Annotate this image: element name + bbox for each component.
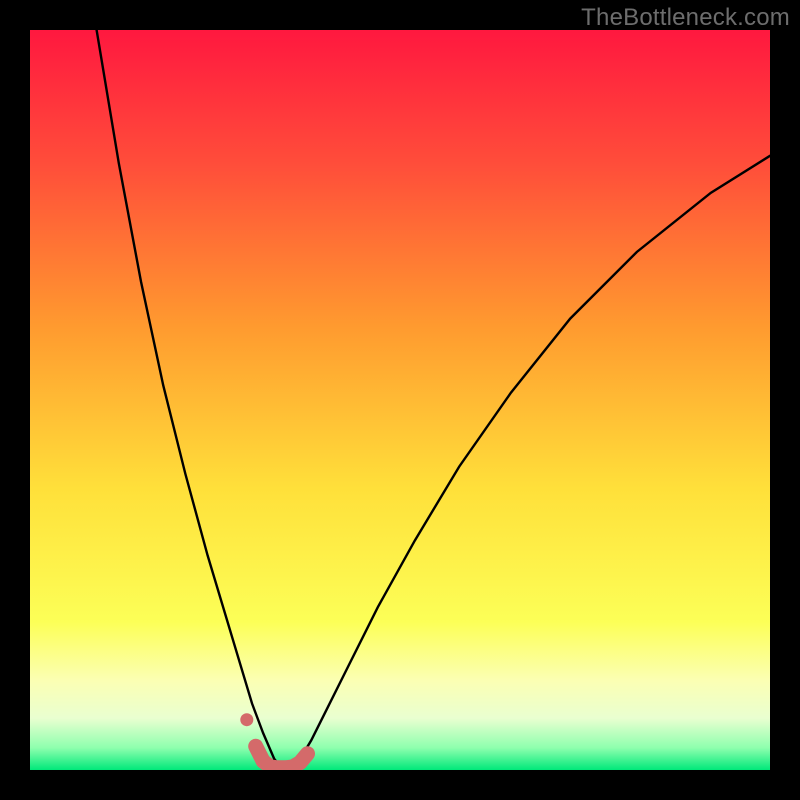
watermark-text: TheBottleneck.com	[581, 4, 790, 32]
isolated-marker-dot	[240, 713, 253, 726]
chart-svg	[30, 30, 770, 770]
isolated-marker-group	[240, 713, 253, 726]
gradient-background	[30, 30, 770, 770]
outer-frame: TheBottleneck.com	[0, 0, 800, 800]
bottleneck-chart	[30, 30, 770, 770]
